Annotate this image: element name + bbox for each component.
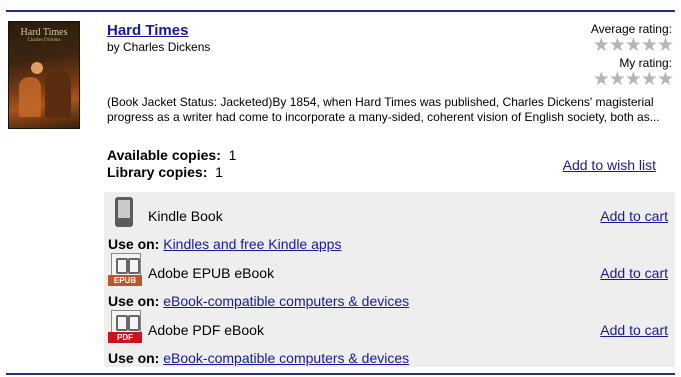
star-icon: ★ (592, 35, 610, 56)
cover-title: Hard Times (20, 27, 68, 38)
book-title-link[interactable]: Hard Times (107, 22, 188, 39)
use-on-label: Use on: (108, 236, 160, 252)
format-name: Adobe PDF eBook (148, 322, 264, 338)
star-icon[interactable]: ★ (657, 70, 674, 89)
use-on-line: Use on: eBook-compatible computers & dev… (108, 350, 409, 366)
available-copies-value: 1 (228, 147, 237, 163)
pdf-icon: PDF (108, 310, 142, 343)
available-copies: Available copies: 1 (107, 147, 236, 163)
use-on-link-kindle[interactable]: Kindles and free Kindle apps (163, 236, 341, 252)
book-description: (Book Jacket Status: Jacketed)By 1854, w… (107, 95, 660, 124)
my-rating-stars[interactable]: ★ ★ ★ ★ ★ (593, 70, 674, 89)
star-icon[interactable]: ★ (641, 70, 658, 89)
use-on-link-epub[interactable]: eBook-compatible computers & devices (163, 293, 409, 309)
epub-icon-label: EPUB (108, 275, 142, 286)
star-icon: ★ (640, 35, 658, 56)
use-on-label: Use on: (108, 350, 160, 366)
book-cover-image[interactable]: Hard Times Charles Dickens (8, 21, 80, 129)
average-rating-label: Average rating: (590, 22, 672, 36)
book-author: by Charles Dickens (107, 40, 211, 54)
star-icon[interactable]: ★ (609, 70, 626, 89)
format-name: Kindle Book (148, 208, 223, 224)
available-copies-label: Available copies: (107, 147, 221, 163)
average-rating-stars: ★ ★ ★ ★ ★ (592, 35, 674, 56)
star-icon: ★ (656, 35, 674, 56)
format-name: Adobe EPUB eBook (148, 265, 275, 281)
library-copies: Library copies: 1 (107, 164, 223, 180)
top-divider (6, 10, 675, 12)
star-icon: ★ (608, 35, 626, 56)
use-on-label: Use on: (108, 293, 160, 309)
bottom-divider (6, 373, 675, 375)
cover-art-figure (31, 62, 43, 74)
kindle-icon (108, 196, 140, 228)
cover-author: Charles Dickens (27, 38, 61, 43)
use-on-line: Use on: Kindles and free Kindle apps (108, 236, 341, 252)
cover-art-figure (45, 70, 71, 118)
library-copies-label: Library copies: (107, 164, 208, 180)
use-on-line: Use on: eBook-compatible computers & dev… (108, 293, 409, 309)
add-to-cart-pdf-link[interactable]: Add to cart (600, 322, 668, 338)
format-row-kindle: Kindle Book Add to cart Use on: Kindles … (104, 196, 675, 254)
pdf-icon-label: PDF (108, 332, 142, 343)
add-to-cart-epub-link[interactable]: Add to cart (600, 265, 668, 281)
library-copies-value: 1 (215, 164, 223, 180)
add-to-cart-kindle-link[interactable]: Add to cart (600, 208, 668, 224)
epub-icon: EPUB (108, 253, 142, 286)
star-icon: ★ (624, 35, 642, 56)
format-list: Kindle Book Add to cart Use on: Kindles … (104, 192, 675, 367)
star-icon[interactable]: ★ (593, 70, 610, 89)
my-rating-label: My rating: (619, 56, 672, 70)
format-row-pdf: PDF Adobe PDF eBook Add to cart Use on: … (104, 310, 675, 368)
use-on-link-pdf[interactable]: eBook-compatible computers & devices (163, 350, 409, 366)
star-icon[interactable]: ★ (625, 70, 642, 89)
format-row-epub: EPUB Adobe EPUB eBook Add to cart Use on… (104, 253, 675, 311)
add-to-wish-list-link[interactable]: Add to wish list (563, 157, 656, 173)
cover-art-figure (19, 77, 41, 117)
